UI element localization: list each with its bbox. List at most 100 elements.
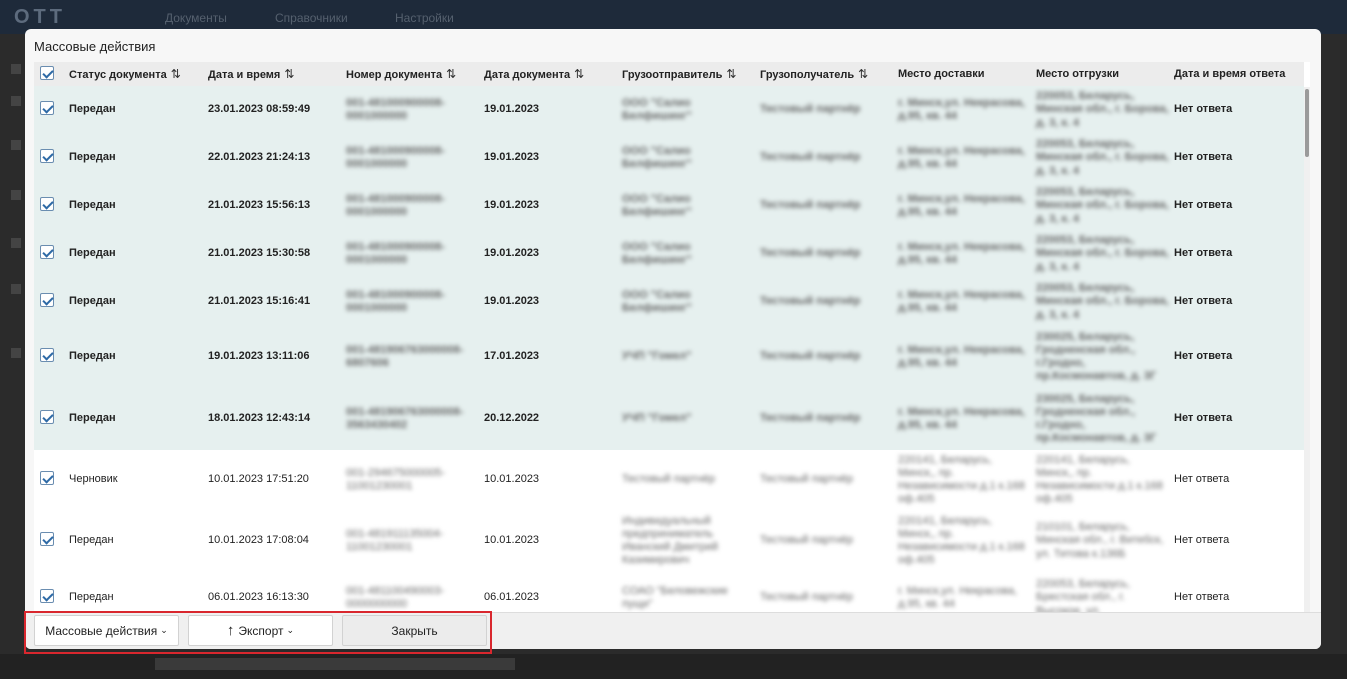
row-select-cell[interactable] <box>34 230 65 278</box>
sort-icon[interactable]: ⇅ <box>446 67 456 81</box>
cell-doc-date: 19.01.2023 <box>480 134 618 182</box>
row-checkbox[interactable] <box>40 100 54 115</box>
cell-status: Черновик <box>65 450 204 510</box>
table-row[interactable]: Передан 23.01.2023 08:59:49 001-4810009000… <box>34 86 1304 134</box>
row-checkbox[interactable] <box>40 588 54 603</box>
row-checkbox[interactable] <box>40 470 54 485</box>
cell-consignee: Тестовый партнёр <box>756 278 894 326</box>
cell-doc-number: 001-481000900008-0001000000 <box>342 230 480 278</box>
cell-response-datetime: Нет ответа <box>1170 134 1304 182</box>
table-scrollbar-track[interactable] <box>1304 87 1310 642</box>
row-checkbox[interactable] <box>40 292 54 307</box>
app-logo: OTT <box>14 6 66 28</box>
cell-delivery-place: г. Минск,ул. Некрасова, д.95, кв. 44 <box>894 326 1032 388</box>
column-header-response-datetime: Дата и время ответа <box>1174 68 1286 80</box>
table-row[interactable]: Передан 19.01.2023 13:11:06 001-4819067630… <box>34 326 1304 388</box>
cell-delivery-place: г. Минск,ул. Некрасова, д.95, кв. 44 <box>894 388 1032 450</box>
cell-consignee: Тестовый партнёр <box>756 86 894 134</box>
cell-shipping-place: 220053, Беларусь, Минская обл., г. Боров… <box>1032 182 1170 230</box>
background-side-icon <box>11 96 21 106</box>
row-select-cell[interactable] <box>34 326 65 388</box>
cell-consignee: Тестовый партнёр <box>756 326 894 388</box>
cell-datetime: 18.01.2023 12:43:14 <box>204 388 342 450</box>
select-all-cell[interactable] <box>34 62 65 86</box>
table-row[interactable]: Передан 21.01.2023 15:16:41 001-4810009000… <box>34 278 1304 326</box>
background-menu-item: Справочники <box>275 11 348 25</box>
cell-delivery-place: 220141, Беларусь, Минск,, пр. Независимо… <box>894 450 1032 510</box>
background-status-bar <box>155 658 515 670</box>
documents-table-container[interactable]: Статус документа ⇅ Дата и время ⇅ Номер до… <box>34 62 1310 644</box>
table-row[interactable]: Передан 10.01.2023 17:08:04 001-4819111350… <box>34 510 1304 572</box>
background-side-icon <box>11 284 21 294</box>
cell-shipping-place: 220053, Беларусь, Минская обл., г. Боров… <box>1032 230 1170 278</box>
table-header-row: Статус документа ⇅ Дата и время ⇅ Номер до… <box>34 62 1304 86</box>
row-select-cell[interactable] <box>34 134 65 182</box>
row-select-cell[interactable] <box>34 388 65 450</box>
table-scrollbar-thumb[interactable] <box>1305 89 1309 157</box>
cell-status: Передан <box>65 326 204 388</box>
sort-icon[interactable]: ⇅ <box>858 67 868 81</box>
cell-doc-number: 001-481911135004-11001230001 <box>342 510 480 572</box>
cell-consignee: Тестовый партнёр <box>756 450 894 510</box>
column-header-doc-date[interactable]: Дата документа ⇅ <box>480 62 618 86</box>
cell-doc-number: 001-481000900008-0001000000 <box>342 182 480 230</box>
sort-icon[interactable]: ⇅ <box>726 67 736 81</box>
row-checkbox[interactable] <box>40 347 54 362</box>
cell-doc-date: 19.01.2023 <box>480 230 618 278</box>
cell-consignee: Тестовый партнёр <box>756 134 894 182</box>
column-header-delivery-place: Место доставки <box>898 68 985 80</box>
cell-datetime: 19.01.2023 13:11:06 <box>204 326 342 388</box>
select-all-checkbox[interactable] <box>40 65 54 80</box>
row-select-cell[interactable] <box>34 86 65 134</box>
column-header-doc-number[interactable]: Номер документа ⇅ <box>342 62 480 86</box>
cell-response-datetime: Нет ответа <box>1170 278 1304 326</box>
row-checkbox[interactable] <box>40 244 54 259</box>
sort-icon[interactable]: ⇅ <box>171 67 181 81</box>
cell-doc-date: 10.01.2023 <box>480 510 618 572</box>
cell-shipper: ООО "Салио Белфишинг" <box>618 230 756 278</box>
cell-shipper: ООО "Салио Белфишинг" <box>618 182 756 230</box>
column-header-datetime[interactable]: Дата и время ⇅ <box>204 62 342 86</box>
cell-doc-number: 001-294675000005-11001230001 <box>342 450 480 510</box>
cell-shipper: УЧП "Гомел" <box>618 326 756 388</box>
table-row[interactable]: Передан 21.01.2023 15:56:13 001-4810009000… <box>34 182 1304 230</box>
cell-doc-number: 001-481000900008-0001000000 <box>342 86 480 134</box>
cell-status: Передан <box>65 278 204 326</box>
cell-consignee: Тестовый партнёр <box>756 388 894 450</box>
modal-title: Массовые действия <box>34 39 156 54</box>
table-row[interactable]: Передан 18.01.2023 12:43:14 001-4819067630… <box>34 388 1304 450</box>
row-checkbox[interactable] <box>40 409 54 424</box>
cell-doc-date: 17.01.2023 <box>480 326 618 388</box>
cell-datetime: 23.01.2023 08:59:49 <box>204 86 342 134</box>
cell-datetime: 10.01.2023 17:08:04 <box>204 510 342 572</box>
table-row[interactable]: Передан 21.01.2023 15:30:58 001-4810009000… <box>34 230 1304 278</box>
column-header-status[interactable]: Статус документа ⇅ <box>65 62 204 86</box>
sort-icon[interactable]: ⇅ <box>284 67 294 81</box>
cell-shipping-place: 220053, Беларусь, Минская обл., г. Боров… <box>1032 278 1170 326</box>
table-row[interactable]: Передан 22.01.2023 21:24:13 001-4810009000… <box>34 134 1304 182</box>
row-select-cell[interactable] <box>34 510 65 572</box>
background-side-icon <box>11 190 21 200</box>
cell-response-datetime: Нет ответа <box>1170 450 1304 510</box>
table-row[interactable]: Черновик 10.01.2023 17:51:20 001-294675000… <box>34 450 1304 510</box>
background-menu-item: Документы <box>165 11 227 25</box>
row-checkbox[interactable] <box>40 148 54 163</box>
row-checkbox[interactable] <box>40 196 54 211</box>
cell-response-datetime: Нет ответа <box>1170 230 1304 278</box>
cell-status: Передан <box>65 134 204 182</box>
cell-shipper: Тестовый партнёр <box>618 450 756 510</box>
row-checkbox[interactable] <box>40 531 54 546</box>
sort-icon[interactable]: ⇅ <box>574 67 584 81</box>
background-side-icon <box>11 348 21 358</box>
row-select-cell[interactable] <box>34 450 65 510</box>
cell-datetime: 21.01.2023 15:30:58 <box>204 230 342 278</box>
row-select-cell[interactable] <box>34 182 65 230</box>
cell-shipper: УЧП "Гомел" <box>618 388 756 450</box>
row-select-cell[interactable] <box>34 278 65 326</box>
column-header-consignee[interactable]: Грузополучатель ⇅ <box>756 62 894 86</box>
cell-datetime: 22.01.2023 21:24:13 <box>204 134 342 182</box>
cell-doc-date: 19.01.2023 <box>480 182 618 230</box>
column-header-shipping-place: Место отгрузки <box>1036 68 1119 80</box>
cell-consignee: Тестовый партнёр <box>756 230 894 278</box>
column-header-shipper[interactable]: Грузоотправитель ⇅ <box>618 62 756 86</box>
